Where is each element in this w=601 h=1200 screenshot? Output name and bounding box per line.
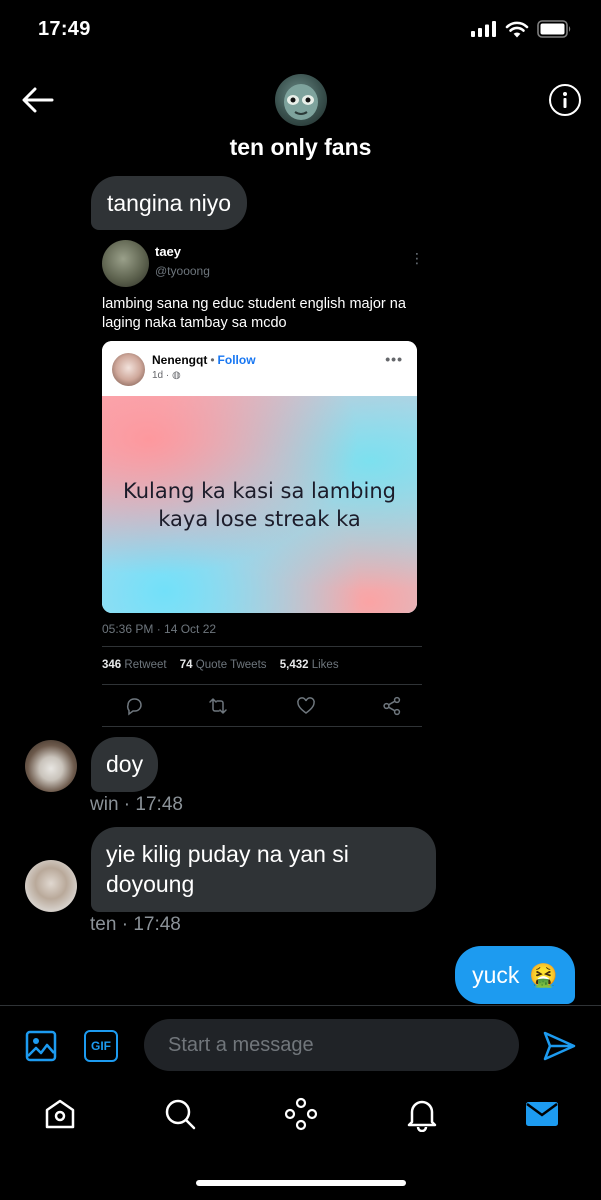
divider	[102, 684, 422, 685]
message-bubble[interactable]: doy	[91, 737, 159, 792]
status-time: 17:49	[38, 18, 91, 40]
quote-count: 74	[179, 659, 193, 671]
conversation-title[interactable]: ten only fans	[0, 134, 601, 161]
message-sender: ten	[90, 914, 117, 935]
divider	[102, 726, 422, 727]
message-sender: win	[90, 794, 119, 815]
battery-icon	[537, 20, 571, 38]
arrow-left-icon	[22, 87, 54, 113]
message-time: 17:48	[135, 794, 183, 815]
retweet-count: 346	[102, 659, 122, 671]
sender-avatar-win[interactable]	[25, 740, 77, 792]
tweet-datetime: 05:36 PM · 14 Oct 22	[102, 622, 217, 636]
embedded-post-card: Nenengqt • Follow 1d · ◍ ••• Kulang ka kas…	[102, 341, 417, 613]
alien-avatar-icon	[284, 84, 318, 120]
cellular-signal-icon	[471, 21, 496, 37]
outgoing-message-bubble[interactable]: yuck 🤮	[455, 946, 575, 1004]
embedded-post-age-text: 1d	[152, 370, 164, 381]
embedded-post-avatar	[112, 353, 145, 386]
divider	[102, 646, 422, 647]
send-icon[interactable]	[541, 1028, 577, 1064]
message-time: 17:48	[133, 914, 181, 935]
tweet-author-avatar	[102, 240, 149, 287]
embedded-post-age: 1d · ◍	[152, 370, 181, 381]
wifi-icon	[505, 21, 529, 37]
spaces-icon[interactable]	[283, 1096, 319, 1132]
status-icons	[471, 20, 573, 38]
tweet-author-handle: @tyooong	[155, 264, 210, 278]
globe-icon: · ◍	[165, 370, 181, 381]
info-button[interactable]	[549, 84, 581, 116]
home-icon[interactable]	[42, 1096, 78, 1132]
embedded-post-follow: Follow	[217, 353, 256, 367]
group-avatar[interactable]	[275, 74, 327, 126]
tweet-stats: 346 Retweet 74 Quote Tweets 5,432 Likes	[102, 659, 339, 671]
message-text: yuck	[472, 961, 520, 988]
embedded-post-author: Nenengqt	[152, 353, 208, 367]
embedded-post-header: Nenengqt • Follow 1d · ◍ •••	[102, 341, 417, 396]
message-meta: ten · 17:48	[90, 914, 181, 936]
embedded-post-image-text: Kulang ka kasi sa lambing kaya lose stre…	[123, 477, 396, 533]
image-icon[interactable]	[24, 1029, 58, 1063]
reply-icon	[126, 698, 142, 716]
embedded-post-image: Kulang ka kasi sa lambing kaya lose stre…	[102, 396, 417, 613]
mail-icon[interactable]	[524, 1096, 560, 1132]
share-icon	[383, 696, 401, 716]
embedded-post-author-line: Nenengqt • Follow	[152, 353, 256, 367]
separator-dot: •	[210, 353, 215, 367]
vomit-emoji-icon: 🤮	[529, 961, 558, 988]
home-indicator[interactable]	[196, 1180, 406, 1186]
quote-label: Quote Tweets	[195, 659, 267, 671]
message-bubble[interactable]: yie kilig puday na yan si doyoung	[91, 827, 436, 912]
message-meta: win · 17:48	[90, 794, 183, 816]
like-count: 5,432	[279, 659, 309, 671]
bell-icon[interactable]	[404, 1096, 440, 1132]
info-icon	[563, 92, 567, 108]
message-bubble[interactable]: tangina niyo	[91, 176, 248, 230]
tweet-more-icon: ⋮	[410, 250, 424, 266]
image-text-line-2: kaya lose streak ka	[158, 506, 361, 531]
sender-avatar-ten[interactable]	[25, 860, 77, 912]
like-label: Likes	[311, 659, 339, 671]
image-text-line-1: Kulang ka kasi sa lambing	[123, 478, 396, 503]
retweet-label: Retweet	[124, 659, 167, 671]
back-button[interactable]	[18, 82, 58, 118]
retweet-icon	[209, 698, 227, 714]
separator-dot: ·	[123, 794, 136, 815]
more-horizontal-icon: •••	[385, 351, 403, 367]
gif-button[interactable]: GIF	[84, 1030, 118, 1062]
search-icon[interactable]	[162, 1096, 198, 1132]
separator-dot: ·	[121, 914, 134, 935]
message-input[interactable]	[144, 1019, 519, 1071]
tweet-author-name: taey	[155, 244, 182, 259]
heart-icon	[297, 697, 315, 714]
tweet-text: lambing sana ng educ student english maj…	[102, 296, 406, 331]
